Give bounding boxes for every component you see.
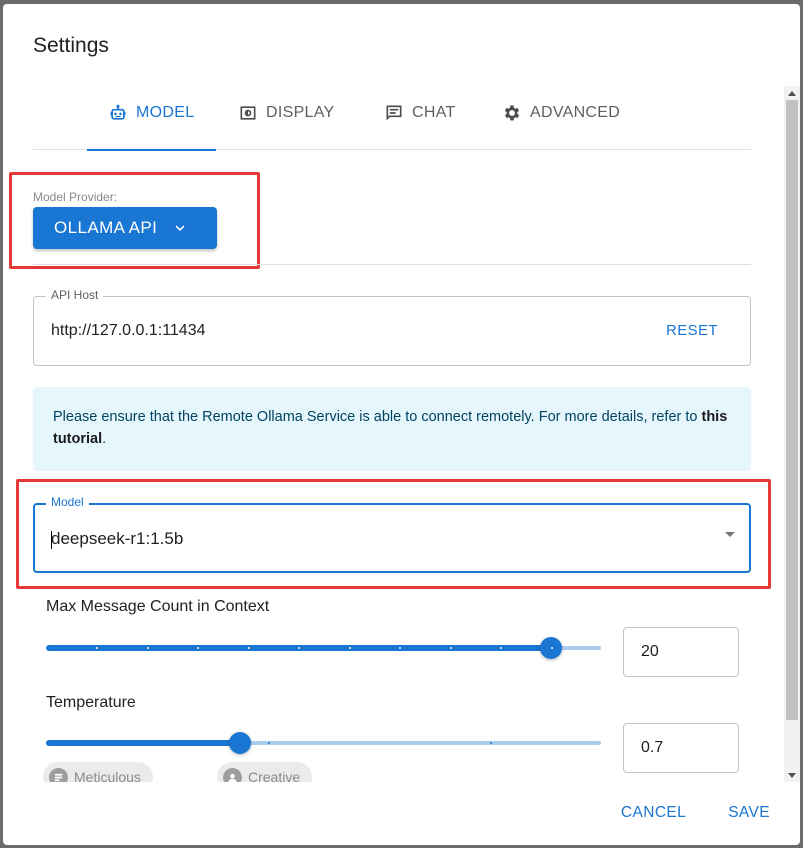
tab-chat[interactable]: CHAT — [384, 104, 456, 150]
creative-icon — [223, 767, 242, 782]
dialog-actions: CANCEL SAVE — [621, 804, 770, 822]
info-text: Please ensure that the Remote Ollama Ser… — [53, 409, 702, 425]
slider-thumb[interactable] — [229, 732, 251, 754]
robot-icon — [110, 104, 126, 120]
chip-meticulous-label: Meticulous — [74, 769, 141, 782]
temperature-slider[interactable] — [46, 732, 601, 754]
scroll-up-arrow-icon[interactable] — [788, 91, 796, 96]
max-messages-label: Max Message Count in Context — [46, 598, 270, 615]
reset-button[interactable]: RESET — [666, 322, 718, 339]
tab-chat-label: CHAT — [412, 104, 456, 121]
slider-tick-mark — [147, 647, 149, 649]
tab-display[interactable]: DISPLAY — [238, 104, 335, 150]
api-host-value: http://127.0.0.1:11434 — [51, 322, 206, 339]
slider-tick-mark — [248, 647, 250, 649]
slider-tick-mark — [450, 647, 452, 649]
display-icon — [240, 106, 256, 120]
cancel-button[interactable]: CANCEL — [621, 804, 686, 822]
section-divider — [33, 264, 751, 265]
slider-tick-mark — [490, 742, 492, 744]
tab-advanced[interactable]: ADVANCED — [502, 104, 620, 150]
slider-tick-mark — [551, 647, 553, 649]
slider-tick-mark — [96, 647, 98, 649]
max-messages-input[interactable]: 20 — [623, 627, 739, 677]
chip-creative: Creative — [217, 762, 313, 782]
temperature-label: Temperature — [46, 694, 136, 711]
chat-icon — [386, 105, 402, 121]
slider-track — [46, 740, 240, 746]
api-host-field[interactable]: API Host http://127.0.0.1:11434 RESET — [33, 288, 751, 366]
api-host-label: API Host — [46, 288, 104, 302]
tab-advanced-label: ADVANCED — [530, 104, 621, 121]
slider-tick-mark — [349, 647, 351, 649]
vertical-scrollbar[interactable] — [784, 86, 800, 782]
tab-bar: MODEL DISPLAY CHAT ADVANCED — [33, 86, 751, 151]
save-button[interactable]: SAVE — [728, 804, 770, 822]
scrollbar-thumb[interactable] — [786, 100, 798, 720]
highlight-box-model — [16, 479, 771, 589]
slider-tick-mark — [197, 647, 199, 649]
active-tab-indicator — [87, 149, 217, 151]
gear-icon — [504, 105, 520, 121]
max-messages-slider[interactable] — [46, 637, 601, 659]
slider-tick-mark — [500, 647, 502, 649]
chip-meticulous: Meticulous — [43, 762, 153, 782]
settings-content[interactable]: MODEL DISPLAY CHAT ADVANCED Model Provid… — [3, 86, 784, 782]
tab-model[interactable]: MODEL — [87, 104, 217, 151]
slider-tick-mark — [268, 742, 270, 744]
slider-tick-mark — [399, 647, 401, 649]
info-suffix: . — [102, 431, 107, 447]
chip-creative-label: Creative — [248, 769, 301, 782]
meticulous-icon — [49, 767, 68, 782]
scroll-down-arrow-icon[interactable] — [788, 773, 796, 778]
dialog-title: Settings — [33, 34, 109, 57]
tab-model-label: MODEL — [136, 104, 195, 121]
settings-dialog: Settings MODEL DISPLAY CHAT ADVANCED Mod… — [3, 4, 800, 845]
tab-display-label: DISPLAY — [266, 104, 335, 121]
slider-tick-mark — [298, 647, 300, 649]
info-alert: Please ensure that the Remote Ollama Ser… — [33, 387, 751, 471]
highlight-box-provider — [9, 172, 260, 269]
temperature-input[interactable]: 0.7 — [623, 723, 739, 773]
